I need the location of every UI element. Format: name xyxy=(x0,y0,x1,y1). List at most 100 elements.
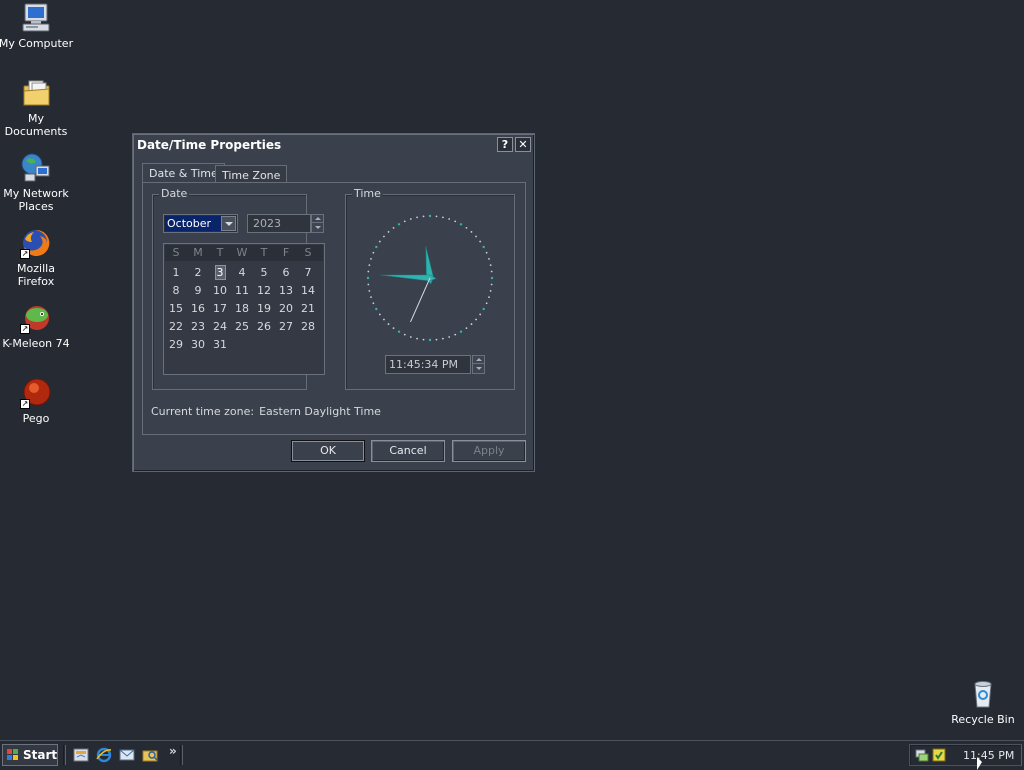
clock-second-hand xyxy=(410,277,431,323)
calendar-day[interactable]: 23 xyxy=(187,318,209,336)
calendar-day[interactable]: 10 xyxy=(209,282,231,300)
clock-tick xyxy=(375,245,378,249)
calendar-day[interactable]: 15 xyxy=(165,300,187,318)
calendar-day[interactable]: 21 xyxy=(297,300,319,318)
clock-tick xyxy=(378,240,381,243)
desktop-icon-label: Recycle Bin xyxy=(951,713,1015,726)
calendar-day[interactable]: 20 xyxy=(275,300,297,318)
internet-explorer-icon[interactable] xyxy=(95,746,113,764)
spinner-up-icon[interactable] xyxy=(473,356,484,364)
clock-tick xyxy=(490,276,494,280)
calendar-day[interactable]: 25 xyxy=(231,318,253,336)
calendar-day[interactable]: 17 xyxy=(209,300,231,318)
calendar-day[interactable]: 6 xyxy=(275,264,297,282)
outlook-icon[interactable] xyxy=(118,746,136,764)
weekday-header: T xyxy=(216,246,224,259)
calendar-day[interactable]: 31 xyxy=(209,336,231,354)
calendar-day[interactable]: 9 xyxy=(187,282,209,300)
calendar-day[interactable]: 24 xyxy=(209,318,231,336)
recycle-bin-icon xyxy=(967,678,999,710)
desktop-icon-my-computer[interactable]: My Computer xyxy=(0,2,74,50)
calendar-day[interactable]: 12 xyxy=(253,282,275,300)
security-tray-icon[interactable] xyxy=(932,748,946,762)
desktop-icon-recycle-bin[interactable]: Recycle Bin xyxy=(945,678,1021,726)
calendar-day[interactable]: 11 xyxy=(231,282,253,300)
month-dropdown[interactable]: October xyxy=(163,214,238,233)
calendar-day[interactable]: 13 xyxy=(275,282,297,300)
clock-tick xyxy=(416,337,419,340)
close-button[interactable]: ✕ xyxy=(515,137,531,152)
calendar-day[interactable]: 18 xyxy=(231,300,253,318)
calendar-day[interactable]: 14 xyxy=(297,282,319,300)
calendar-day[interactable]: 28 xyxy=(297,318,319,336)
calendar-day[interactable]: 3 xyxy=(209,264,231,282)
network-places-icon xyxy=(20,152,52,184)
calendar-day[interactable]: 4 xyxy=(231,264,253,282)
year-field[interactable]: 2023 xyxy=(247,214,311,233)
cancel-button[interactable]: Cancel xyxy=(371,440,445,462)
calendar-day[interactable]: 30 xyxy=(187,336,209,354)
ok-button[interactable]: OK xyxy=(291,440,365,462)
explorer-icon[interactable] xyxy=(141,746,159,764)
desktop-icon-k-meleon[interactable]: ↗ K-Meleon 74 xyxy=(0,302,74,350)
calendar-day[interactable]: 2 xyxy=(187,264,209,282)
calendar-day[interactable]: 16 xyxy=(187,300,209,318)
clock-tick xyxy=(428,338,432,342)
time-spinner[interactable] xyxy=(472,355,485,374)
clock-tick xyxy=(422,215,425,218)
calendar-day[interactable]: 1 xyxy=(165,264,187,282)
tab-date-time[interactable]: Date & Time xyxy=(142,163,225,183)
dialog-titlebar[interactable]: Date/Time Properties ? ✕ xyxy=(135,136,532,154)
desktop-icon-firefox[interactable]: ↗ Mozilla Firefox xyxy=(0,227,74,288)
clock-tick xyxy=(441,216,444,219)
start-button[interactable]: Start xyxy=(2,744,58,766)
show-desktop-icon[interactable] xyxy=(72,746,90,764)
clock-tick xyxy=(367,283,370,286)
calendar-day[interactable]: 7 xyxy=(297,264,319,282)
calendar-day[interactable]: 5 xyxy=(253,264,275,282)
calendar-day[interactable]: 8 xyxy=(165,282,187,300)
help-button[interactable]: ? xyxy=(497,137,513,152)
month-dropdown-button[interactable] xyxy=(221,216,236,231)
shortcut-arrow-icon: ↗ xyxy=(20,399,30,409)
calendar-day[interactable]: 29 xyxy=(165,336,187,354)
clock-tick xyxy=(422,338,425,341)
calendar-day[interactable]: 19 xyxy=(253,300,275,318)
clock-tick xyxy=(397,223,401,226)
network-tray-icon[interactable] xyxy=(915,748,929,762)
quick-launch-overflow-button[interactable]: » xyxy=(169,744,177,758)
spinner-down-icon[interactable] xyxy=(473,365,484,373)
clock-tick xyxy=(368,264,371,267)
clock-tick xyxy=(485,251,488,254)
calendar-day[interactable]: 22 xyxy=(165,318,187,336)
calendar-day[interactable]: 27 xyxy=(275,318,297,336)
spinner-up-icon[interactable] xyxy=(312,215,323,223)
time-group: Time 11:45:34 PM xyxy=(345,187,515,390)
taskbar-clock[interactable]: 11:45 PM xyxy=(963,749,1014,762)
clock-tick xyxy=(448,336,451,338)
time-field[interactable]: 11:45:34 PM xyxy=(385,355,471,374)
year-spinner[interactable] xyxy=(311,214,324,233)
start-label: Start xyxy=(23,748,58,762)
spinner-down-icon[interactable] xyxy=(312,224,323,232)
desktop-icon-pego[interactable]: ↗ Pego xyxy=(0,377,74,425)
desktop-icon-label: Pego xyxy=(22,412,50,425)
clock-tick xyxy=(482,307,485,311)
clock-tick xyxy=(397,330,401,333)
desktop-icon-network-places[interactable]: My Network Places xyxy=(0,152,74,213)
clock-tick xyxy=(488,257,490,260)
timezone-label: Current time zone: xyxy=(151,405,255,418)
clock-tick xyxy=(428,214,432,218)
date-group-label: Date xyxy=(159,187,190,200)
analog-clock xyxy=(366,214,494,342)
shortcut-arrow-icon: ↗ xyxy=(20,324,30,334)
calendar-day[interactable]: 26 xyxy=(253,318,275,336)
desktop-icon-label: My Computer xyxy=(0,37,74,50)
desktop-icon-my-documents[interactable]: My Documents xyxy=(0,77,74,138)
weekday-header: M xyxy=(193,246,203,259)
chevron-down-icon xyxy=(225,222,233,226)
clock-tick xyxy=(375,307,378,311)
tab-time-zone[interactable]: Time Zone xyxy=(215,165,288,183)
mouse-cursor-icon xyxy=(977,757,982,770)
apply-button[interactable]: Apply xyxy=(452,440,526,462)
